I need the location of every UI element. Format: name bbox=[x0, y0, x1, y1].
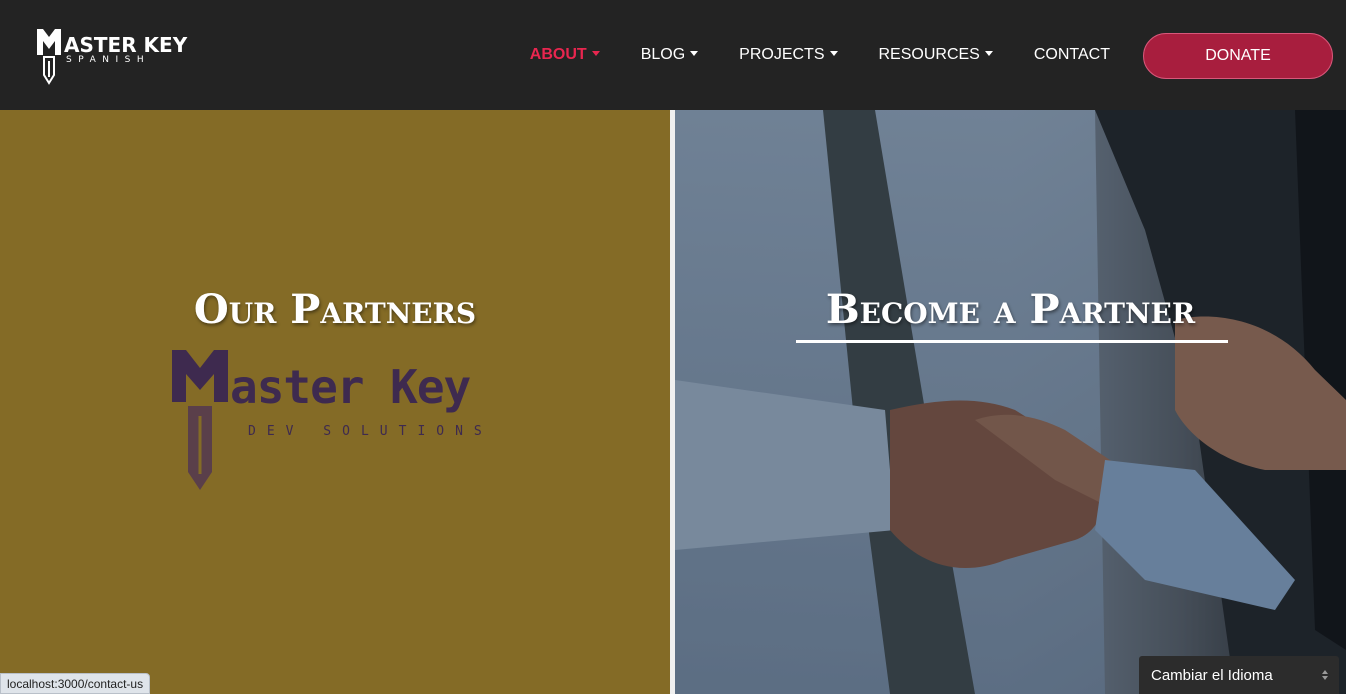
partner-key-icon bbox=[172, 350, 228, 490]
language-selector[interactable]: Cambiar el Idioma bbox=[1139, 656, 1339, 694]
nav-item-label: RESOURCES bbox=[878, 46, 980, 63]
status-bar-url: localhost:3000/contact-us bbox=[0, 673, 151, 694]
navbar: ASTER KEY SPANISH ABOUT BLOG PROJECTS RE… bbox=[0, 0, 1346, 110]
nav-item-label: CONTACT bbox=[1033, 46, 1110, 63]
nav-item-label: ABOUT bbox=[529, 46, 587, 63]
caret-down-icon bbox=[591, 50, 600, 56]
caret-down-icon bbox=[984, 50, 993, 56]
partner-subtitle: DEV SOLUTIONS bbox=[248, 424, 493, 439]
updown-arrows-icon bbox=[1322, 670, 1328, 680]
our-partners-panel: Our Partners aster Key DEV SOLUTIONS bbox=[0, 110, 670, 694]
key-logo-icon bbox=[37, 29, 61, 85]
brand-subtitle: SPANISH bbox=[66, 55, 151, 65]
title-underline bbox=[796, 340, 1228, 343]
nav-item-resources[interactable]: RESOURCES bbox=[879, 46, 993, 64]
language-selector-label: Cambiar el Idioma bbox=[1151, 666, 1273, 684]
brand-logo[interactable]: ASTER KEY SPANISH bbox=[34, 25, 187, 85]
handshake-photo bbox=[675, 110, 1346, 694]
nav-menu: ABOUT BLOG PROJECTS RESOURCES CONTACT bbox=[489, 0, 1110, 110]
nav-item-contact[interactable]: CONTACT bbox=[1034, 46, 1110, 64]
nav-item-projects[interactable]: PROJECTS bbox=[739, 46, 838, 64]
caret-down-icon bbox=[690, 50, 699, 56]
nav-item-label: PROJECTS bbox=[739, 46, 825, 63]
partner-logo[interactable]: aster Key DEV SOLUTIONS bbox=[168, 346, 508, 496]
nav-item-blog[interactable]: BLOG bbox=[640, 46, 699, 64]
brand-name: ASTER KEY bbox=[64, 33, 188, 57]
become-partner-panel[interactable]: Become a Partner bbox=[675, 110, 1346, 694]
nav-item-about[interactable]: ABOUT bbox=[530, 46, 600, 64]
nav-item-label: BLOG bbox=[640, 46, 686, 63]
our-partners-title: Our Partners bbox=[193, 286, 477, 333]
partner-name: aster Key bbox=[230, 360, 471, 414]
caret-down-icon bbox=[829, 50, 838, 56]
become-partner-title[interactable]: Become a Partner bbox=[675, 286, 1346, 333]
donate-button[interactable]: DONATE bbox=[1143, 33, 1333, 79]
